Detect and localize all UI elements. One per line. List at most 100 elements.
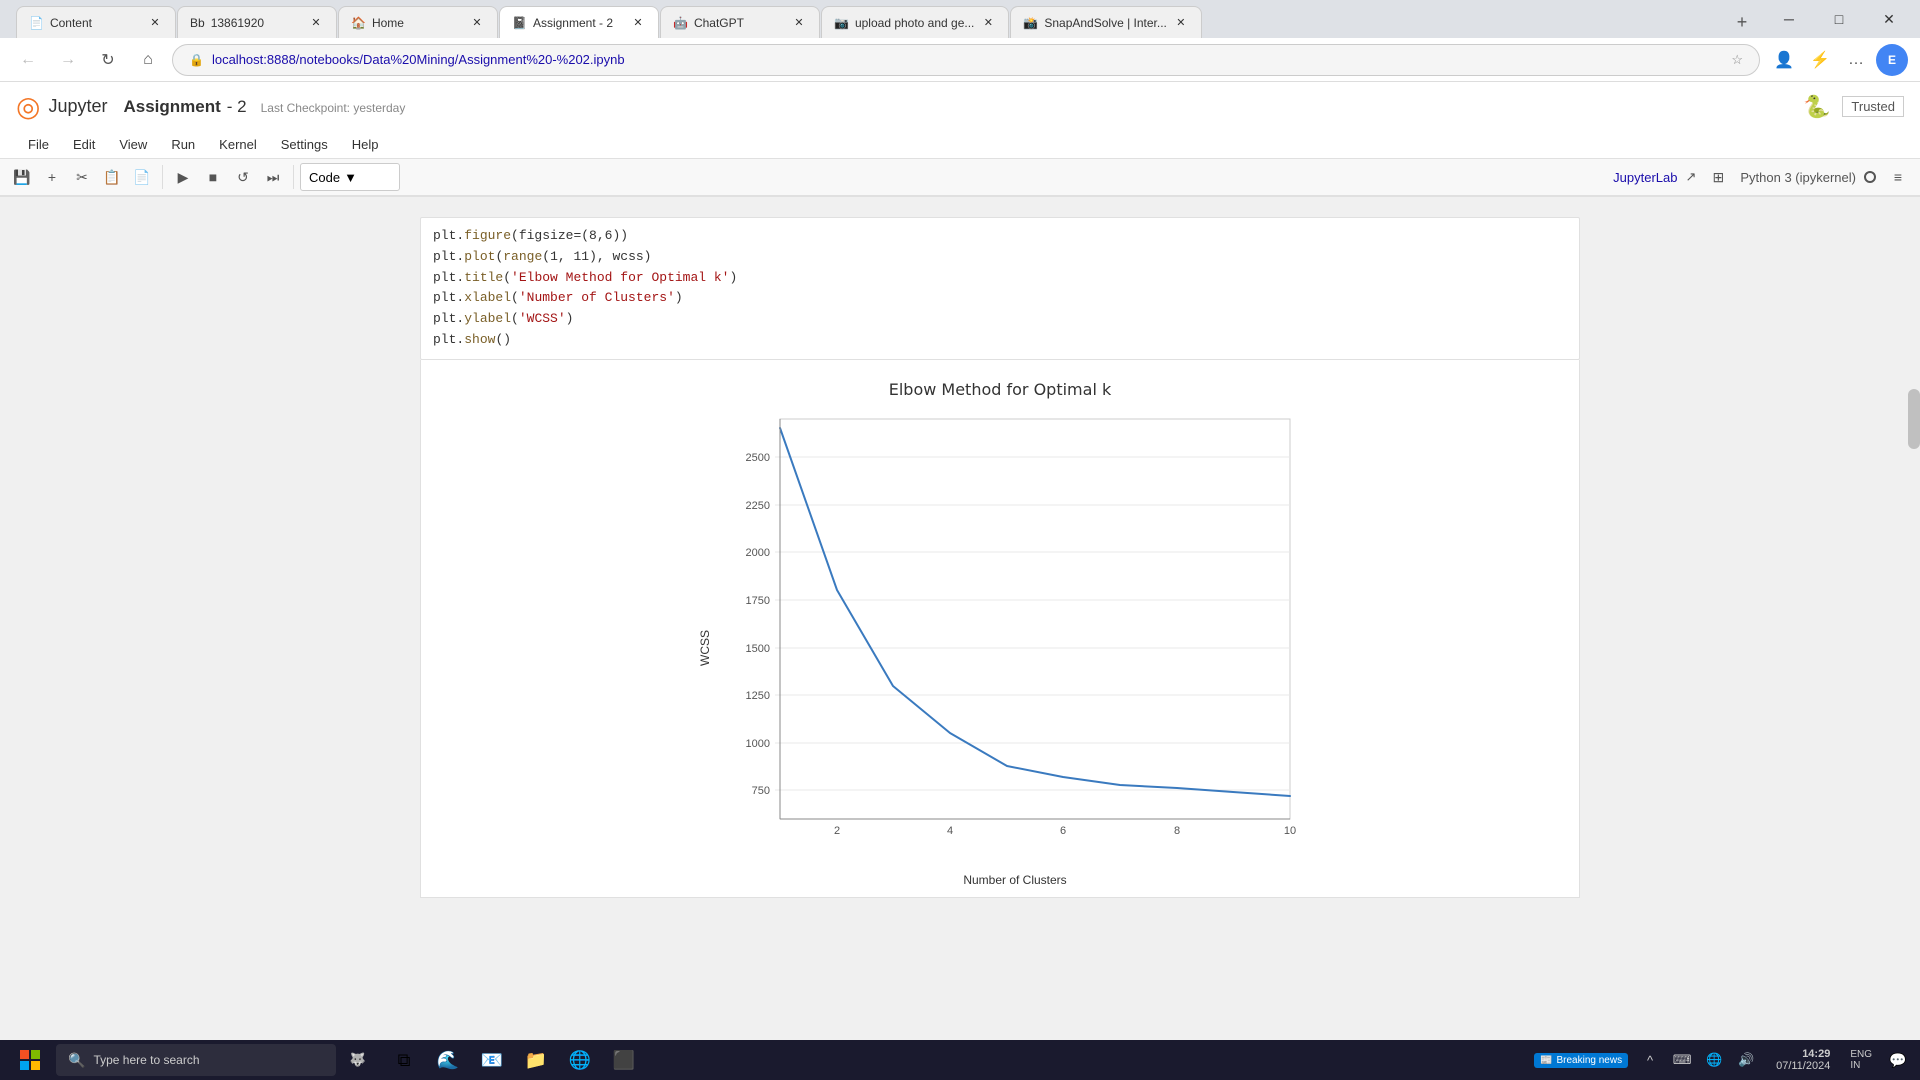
task-view-button[interactable]: ⧉ (384, 1042, 424, 1078)
tab-title-chatgpt: ChatGPT (694, 16, 785, 30)
refresh-button[interactable]: ↻ (92, 44, 124, 76)
extensions-button[interactable]: ⚡ (1804, 44, 1836, 76)
tab-favicon-home: 🏠 (351, 16, 366, 30)
svg-text:8: 8 (1174, 825, 1180, 837)
terminal-icon[interactable]: ⬛ (604, 1042, 644, 1078)
cell-gutter (340, 217, 420, 898)
restart-button[interactable]: ↺ (229, 163, 257, 191)
keyboard-icon[interactable]: ⌨ (1668, 1046, 1696, 1074)
scrollbar-thumb[interactable] (1908, 389, 1920, 449)
tab-snapsolve[interactable]: 📸SnapAndSolve | Inter...✕ (1010, 6, 1201, 38)
jupyterlab-link[interactable]: JupyterLab (1613, 170, 1677, 185)
edge-icon[interactable]: 🌊 (428, 1042, 468, 1078)
tab-close-13861920[interactable]: ✕ (308, 15, 324, 31)
svg-text:2: 2 (834, 825, 840, 837)
menu-kernel[interactable]: Kernel (207, 131, 269, 158)
dropdown-icon: ▼ (344, 170, 357, 185)
tab-close-content[interactable]: ✕ (147, 15, 163, 31)
tab-content[interactable]: 📄Content✕ (16, 6, 176, 38)
system-clock[interactable]: 14:29 07/11/2024 (1768, 1048, 1838, 1072)
tab-favicon-content: 📄 (29, 16, 44, 30)
tab-close-snapsolve[interactable]: ✕ (1173, 15, 1189, 31)
chart-title: Elbow Method for Optimal k (690, 380, 1310, 399)
copy-button[interactable]: 📋 (98, 163, 126, 191)
start-button[interactable] (8, 1042, 52, 1078)
notebook-content: plt.figure(figsize=(8,6)) plt.plot(range… (0, 197, 1920, 1002)
taskbar-icons: ⧉ 🌊 📧 📁 🌐 ⬛ (384, 1042, 644, 1078)
taskbar-search[interactable]: 🔍 Type here to search (56, 1044, 336, 1076)
tab-assignment[interactable]: 📓 Assignment - 2 ✕ (499, 6, 659, 38)
cell-type-selector[interactable]: Code ▼ (300, 163, 400, 191)
menu-help[interactable]: Help (340, 131, 391, 158)
tab-upload[interactable]: 📷upload photo and ge...✕ (821, 6, 1009, 38)
tab-title-assignment: Assignment - 2 (533, 16, 624, 30)
tab-close-chatgpt[interactable]: ✕ (791, 15, 807, 31)
kernel-menu-button[interactable]: ≡ (1884, 163, 1912, 191)
number-label: - 2 (227, 97, 247, 117)
jupyter-title-bar: ◎ Jupyter Assignment - 2 Last Checkpoint… (0, 82, 1920, 131)
cell-type-label: Code (309, 170, 340, 185)
python-logo: 🐍 (1803, 94, 1830, 120)
mail-icon[interactable]: 📧 (472, 1042, 512, 1078)
code-line-1: plt.figure(figsize=(8,6)) (433, 226, 1567, 247)
title-bar: 📄Content✕Bb13861920✕🏠Home✕📓Assignment - … (0, 0, 1920, 38)
add-cell-button[interactable]: + (38, 163, 66, 191)
scrollbar[interactable] (1908, 369, 1920, 962)
volume-icon[interactable]: 🔊 (1732, 1046, 1760, 1074)
browser-taskbar-icon[interactable]: 🌐 (560, 1042, 600, 1078)
y-axis-label: WCSS (690, 409, 720, 887)
menu-file[interactable]: File (16, 131, 61, 158)
address-input[interactable] (212, 52, 1723, 67)
menu-run[interactable]: Run (159, 131, 207, 158)
forward-button[interactable]: → (52, 44, 84, 76)
network-icon[interactable]: 🌐 (1700, 1046, 1728, 1074)
profile-button[interactable]: 👤 (1768, 44, 1800, 76)
restart-run-button[interactable]: ⏭ (259, 163, 287, 191)
svg-text:4: 4 (947, 825, 953, 837)
paste-button[interactable]: 📄 (128, 163, 156, 191)
x-axis-label: Number of Clusters (720, 873, 1310, 887)
interrupt-button[interactable]: ■ (199, 163, 227, 191)
address-bar[interactable]: 🔒 ☆ (172, 44, 1760, 76)
settings-button[interactable]: … (1840, 44, 1872, 76)
notification-button[interactable]: 💬 (1884, 1046, 1912, 1074)
new-tab-button[interactable]: + (1726, 6, 1758, 38)
save-button[interactable]: 💾 (8, 163, 36, 191)
minimize-button[interactable]: ─ (1766, 3, 1812, 35)
code-cell-wrapper: plt.figure(figsize=(8,6)) plt.plot(range… (340, 217, 1580, 898)
menu-edit[interactable]: Edit (61, 131, 107, 158)
tab-close-upload[interactable]: ✕ (980, 15, 996, 31)
code-line-4: plt.xlabel('Number of Clusters') (433, 288, 1567, 309)
jupyter-logo-icon: ◎ (16, 90, 40, 123)
code-cell[interactable]: plt.figure(figsize=(8,6)) plt.plot(range… (420, 217, 1580, 360)
nav-actions: 👤 ⚡ … E (1768, 44, 1908, 76)
menu-view[interactable]: View (107, 131, 159, 158)
news-widget[interactable]: 📰 Breaking news (1534, 1053, 1628, 1068)
home-button[interactable]: ⌂ (132, 44, 164, 76)
jupyter-header: ◎ Jupyter Assignment - 2 Last Checkpoint… (0, 82, 1920, 197)
trusted-badge[interactable]: Trusted (1842, 96, 1904, 117)
tab-home[interactable]: 🏠Home✕ (338, 6, 498, 38)
tab-close-assignment[interactable]: ✕ (630, 15, 646, 31)
kernel-name: Python 3 (ipykernel) (1740, 170, 1856, 185)
explorer-icon[interactable]: 📁 (516, 1042, 556, 1078)
tab-chatgpt[interactable]: 🤖ChatGPT✕ (660, 6, 820, 38)
windows-logo-icon (20, 1050, 40, 1070)
tray-expand-button[interactable]: ^ (1636, 1046, 1664, 1074)
svg-text:1750: 1750 (746, 595, 770, 607)
tab-favicon-assignment: 📓 (512, 16, 527, 30)
run-button[interactable]: ▶ (169, 163, 197, 191)
search-icon: 🔍 (68, 1052, 85, 1069)
tab-13861920[interactable]: Bb13861920✕ (177, 6, 337, 38)
browser-icon[interactable]: E (1876, 44, 1908, 76)
close-button[interactable]: ✕ (1866, 3, 1912, 35)
news-icon: 📰 (1540, 1055, 1552, 1066)
tab-close-home[interactable]: ✕ (469, 15, 485, 31)
menu-settings[interactable]: Settings (269, 131, 340, 158)
back-button[interactable]: ← (12, 44, 44, 76)
maximize-button[interactable]: □ (1816, 3, 1862, 35)
code-console-button[interactable]: ⊞ (1704, 163, 1732, 191)
star-icon[interactable]: ☆ (1731, 52, 1743, 68)
tab-title-13861920: 13861920 (211, 16, 302, 30)
cut-button[interactable]: ✂ (68, 163, 96, 191)
